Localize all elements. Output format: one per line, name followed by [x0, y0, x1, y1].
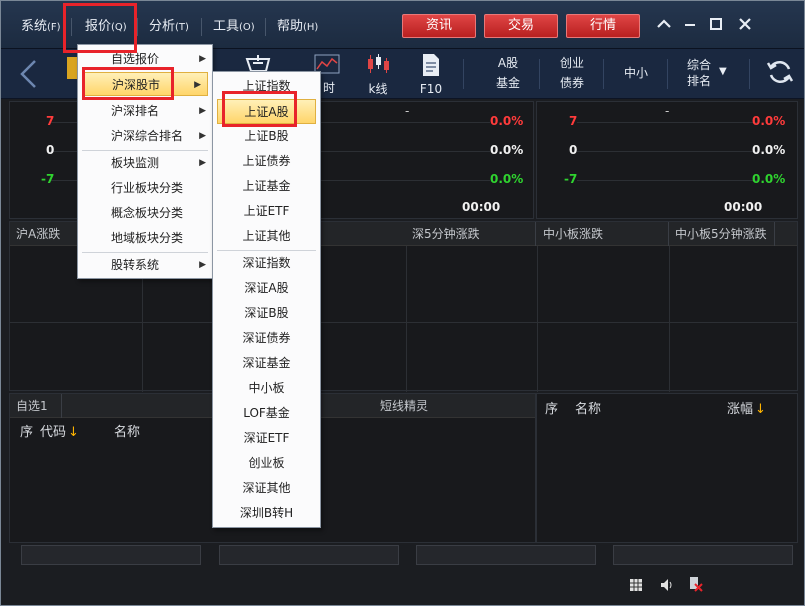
grid-icon[interactable] [629, 577, 643, 596]
f10-label: F10 [419, 82, 443, 96]
sort-down-arrow-icon: ↓ [68, 425, 79, 440]
gem-bond-button[interactable]: 创业 债券 [557, 53, 587, 93]
menu-item-concept-sector[interactable]: 概念板块分类 [78, 201, 212, 225]
col-code[interactable]: 代码 ↓ [40, 421, 79, 440]
menu-tools[interactable]: 工具(O) [213, 17, 255, 37]
menu-help[interactable]: 帮助(H) [277, 17, 318, 37]
tab-sme-5min-movers[interactable]: 中小板5分钟涨跌 [669, 222, 775, 246]
ticker-field-2 [219, 545, 399, 565]
ranking-panel: 序 名称 涨幅 ↓ [536, 393, 798, 543]
col-name[interactable]: 名称 [114, 421, 140, 440]
submenu-sh-b-share[interactable]: 上证B股 [213, 124, 320, 149]
col-name[interactable]: 名称 [575, 398, 601, 417]
back-arrow-icon[interactable] [17, 59, 39, 93]
status-bar [1, 569, 804, 605]
tab-sme-movers[interactable]: 中小板涨跌 [537, 222, 669, 246]
ticker-field-4 [613, 545, 793, 565]
chart-time: 00:00 [724, 200, 763, 214]
close-icon[interactable] [732, 14, 758, 40]
submenu-sh-etf[interactable]: 上证ETF [213, 199, 320, 224]
market-button[interactable]: 行情 [566, 14, 640, 38]
submenu-sh-fund[interactable]: 上证基金 [213, 174, 320, 199]
submenu-sz-etf[interactable]: 深证ETF [213, 426, 320, 451]
sme-button[interactable]: 中小 [621, 63, 651, 83]
annotation-box-quote-menu [63, 3, 137, 53]
axis-label-bottom: -7 [41, 172, 55, 186]
pct-label-top: 0.0% [752, 114, 786, 128]
ticker-strip [9, 545, 798, 569]
ashare-fund-button[interactable]: A股 基金 [493, 53, 523, 93]
trade-button[interactable]: 交易 [484, 14, 558, 38]
submenu-gem[interactable]: 创业板 [213, 451, 320, 476]
submenu-sz-bond[interactable]: 深证债券 [213, 326, 320, 351]
axis-label-top: 7 [569, 114, 578, 128]
annotation-box-sh-a-share [222, 91, 297, 127]
f10-button[interactable]: F10 [417, 53, 445, 96]
pct-label-bottom: 0.0% [490, 172, 524, 186]
menu-item-region-sector[interactable]: 地域板块分类 [78, 226, 212, 250]
composite-rank-button[interactable]: 综合 排名 [684, 57, 714, 89]
pct-label-mid: 0.0% [752, 143, 786, 157]
chart-dash: - [665, 104, 670, 118]
col-change[interactable]: 涨幅 ↓ [727, 398, 766, 417]
submenu-sz-b-share[interactable]: 深证B股 [213, 301, 320, 326]
menu-system[interactable]: 系统(F) [21, 17, 61, 37]
submenu-sh-other[interactable]: 上证其他 [213, 224, 320, 249]
collapse-icon[interactable] [651, 14, 677, 40]
kline-button[interactable]: k线 [363, 53, 393, 97]
col-seq: 序 [20, 425, 34, 440]
tab-sz-5min-movers[interactable]: 深5分钟涨跌 [406, 222, 536, 246]
axis-label-mid: 0 [46, 143, 55, 157]
candlestick-icon [368, 54, 389, 73]
col-seq: 序 [545, 402, 559, 417]
menu-item-industry-sector[interactable]: 行业板块分类 [78, 176, 212, 200]
chart-dash: - [405, 104, 410, 118]
speaker-icon[interactable] [660, 577, 676, 596]
maximize-icon[interactable] [703, 14, 729, 40]
disconnected-icon[interactable] [687, 575, 703, 597]
submenu-sz-b-to-h[interactable]: 深圳B转H [213, 501, 320, 526]
axis-label-top: 7 [46, 114, 55, 128]
axis-label-bottom: -7 [564, 172, 578, 186]
annotation-box-sh-sz-market [82, 67, 174, 100]
submenu-sz-fund[interactable]: 深证基金 [213, 351, 320, 376]
pct-label-top: 0.0% [490, 114, 524, 128]
menu-item-sector-monitor[interactable]: 板块监测 ▶ [78, 151, 212, 175]
pct-label-bottom: 0.0% [752, 172, 786, 186]
ticker-field-1 [21, 545, 201, 565]
axis-label-mid: 0 [569, 143, 578, 157]
submenu-sh-bond[interactable]: 上证债券 [213, 149, 320, 174]
submenu-sz-index[interactable]: 深证指数 [213, 251, 320, 276]
tab-short-term-genie[interactable]: 短线精灵 [380, 394, 428, 418]
menu-item-neeq[interactable]: 股转系统 ▶ [78, 253, 212, 277]
menu-analysis[interactable]: 分析(T) [149, 17, 189, 37]
chevron-down-icon[interactable]: ▼ [719, 66, 727, 77]
kline-label: k线 [368, 82, 388, 96]
minimize-icon[interactable] [677, 14, 703, 40]
submenu-sme-board[interactable]: 中小板 [213, 376, 320, 401]
app-window: 系统(F) 报价(Q) 分析(T) 工具(O) 帮助(H) 资讯 交易 行情 时… [0, 0, 805, 606]
submenu-sz-a-share[interactable]: 深证A股 [213, 276, 320, 301]
menu-item-sh-sz-ranking[interactable]: 沪深排名 ▶ [78, 99, 212, 123]
menu-item-sh-sz-composite-ranking[interactable]: 沪深综合排名 ▶ [78, 124, 212, 148]
submenu-sz-other[interactable]: 深证其他 [213, 476, 320, 501]
sort-down-arrow-icon: ↓ [755, 402, 766, 417]
refresh-icon[interactable] [765, 57, 795, 91]
timeshare-label: 时 [323, 81, 336, 95]
sme-mini-chart: 7 0 -7 - 0.0% 0.0% 0.0% 00:00 [536, 101, 798, 219]
sh-sz-market-submenu: 上证指数 上证A股 上证B股 上证债券 上证基金 上证ETF 上证其他 深证指数… [212, 71, 321, 528]
document-icon [423, 54, 439, 76]
pct-label-mid: 0.0% [490, 143, 524, 157]
ticker-field-3 [416, 545, 596, 565]
submenu-lof-fund[interactable]: LOF基金 [213, 401, 320, 426]
news-button[interactable]: 资讯 [402, 14, 476, 38]
tab-watchlist-1[interactable]: 自选1 [10, 394, 62, 418]
chart-time: 00:00 [462, 200, 501, 214]
